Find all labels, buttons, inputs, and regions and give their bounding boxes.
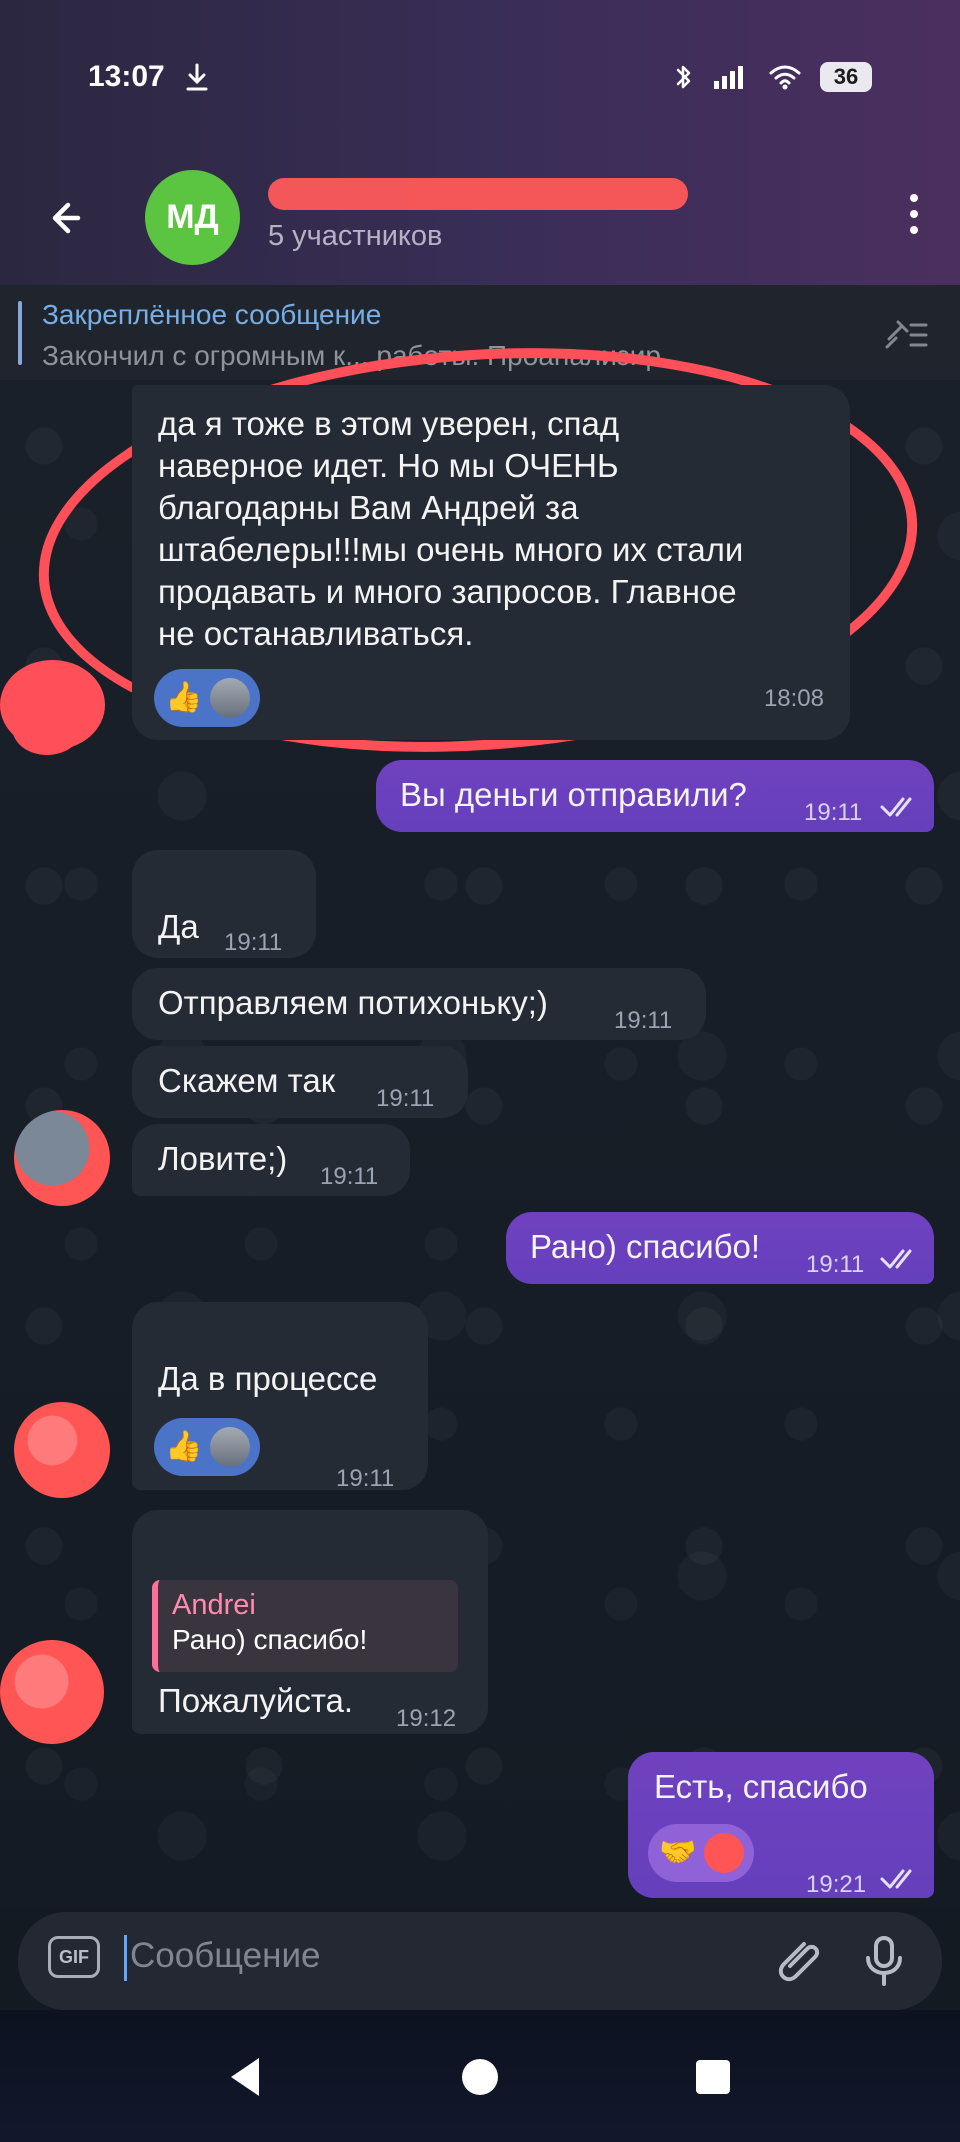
chat-header: МД 5 участников (0, 170, 960, 280)
message-input[interactable]: Сообщение (130, 1936, 320, 1976)
status-time: 13:07 (88, 60, 165, 93)
message-text-line: продавать и много запросов. Главное (158, 573, 737, 610)
message-time: 19:11 (614, 1007, 673, 1034)
read-ticks-icon (880, 1249, 912, 1269)
reply-sender: Andrei (172, 1589, 256, 1621)
message-bubble-outgoing[interactable]: Рано) спасибо! 19:11 (506, 1212, 934, 1284)
home-nav-icon[interactable] (445, 2042, 515, 2112)
pinned-indicator (18, 301, 22, 365)
message-bubble[interactable]: Да 19:11 (132, 850, 316, 958)
message-text: Есть, спасибо (654, 1768, 868, 1805)
bluetooth-icon (676, 65, 691, 89)
message-bubble[interactable]: Да в процессе 👍 19:11 (132, 1302, 428, 1492)
message-text: Отправляем потихоньку;) (158, 984, 548, 1021)
message-time: 19:12 (396, 1705, 457, 1732)
message-time: 19:11 (224, 929, 283, 956)
reaction-group[interactable]: 🤝 (648, 1824, 754, 1882)
message-time: 19:21 (806, 1871, 867, 1898)
message-text: Пожалуйста. (158, 1682, 354, 1719)
message-bubble-outgoing[interactable]: Вы деньги отправили? 19:11 (376, 760, 934, 832)
reaction-group[interactable]: 👍 (154, 669, 260, 727)
message-bubble-outgoing[interactable]: Есть, спасибо 🤝 19:21 (628, 1752, 934, 1898)
read-ticks-icon (880, 797, 912, 817)
message-text: Да (158, 908, 199, 945)
back-nav-icon[interactable] (210, 2042, 280, 2112)
participants-count: 5 участников (268, 220, 443, 252)
reaction-group[interactable]: 👍 (154, 1418, 260, 1476)
attach-icon[interactable] (770, 1930, 830, 1990)
message-text-line: штабелеры!!!мы очень много их стали (158, 531, 744, 568)
sender-avatar[interactable] (14, 1110, 110, 1206)
signal-icon (714, 66, 743, 89)
message-text: Ловите;) (158, 1140, 288, 1177)
download-icon (186, 63, 208, 91)
message-bubble[interactable]: да я тоже в этом уверен, спад наверное и… (132, 385, 850, 740)
message-time: 19:11 (336, 1465, 395, 1492)
more-dot-icon (910, 210, 918, 218)
more-dot-icon (910, 226, 918, 234)
message-input-bar: GIF Сообщение (18, 1912, 942, 2010)
message-text: Вы деньги отправили? (400, 776, 747, 813)
message-text: Скажем так (158, 1062, 336, 1099)
reactor-avatar (210, 1427, 250, 1467)
message-time: 19:11 (376, 1085, 435, 1112)
message-bubble[interactable]: Скажем так 19:11 (132, 1046, 468, 1118)
system-navigation-bar (0, 2010, 960, 2142)
more-options-button[interactable] (902, 194, 926, 246)
sender-avatar[interactable] (14, 1402, 110, 1498)
battery-indicator: 36 (820, 62, 872, 92)
reply-preview[interactable]: Andrei Рано) спасибо! (152, 1580, 458, 1672)
message-text-line: да я тоже в этом уверен, спад (158, 405, 620, 442)
status-bar: 13:07 36 (88, 52, 872, 102)
redaction-blob (12, 700, 82, 755)
message-text-line: благодарны Вам Андрей за (158, 489, 579, 526)
input-caret (124, 1935, 127, 1981)
message-time: 19:11 (804, 799, 863, 826)
thumbs-up-reaction: 👍 (165, 1430, 203, 1463)
more-dot-icon (910, 194, 918, 202)
thumbs-up-reaction: 👍 (165, 681, 203, 714)
microphone-icon[interactable] (854, 1930, 914, 1990)
message-text: Да в процессе (158, 1360, 378, 1397)
message-bubble[interactable]: Andrei Рано) спасибо! Пожалуйста. 19:12 (132, 1510, 488, 1734)
message-time: 19:11 (320, 1163, 379, 1190)
message-text-line: наверное идет. Но мы ОЧЕНЬ (158, 447, 619, 484)
recents-nav-icon[interactable] (678, 2042, 748, 2112)
handshake-reaction: 🤝 (659, 1836, 697, 1869)
pinned-title: Закреплённое сообщение (42, 299, 382, 330)
sender-avatar[interactable] (0, 1640, 104, 1744)
reactor-avatar (210, 678, 250, 718)
reactor-avatar (704, 1833, 744, 1873)
back-arrow-icon (52, 202, 81, 234)
gif-button[interactable]: GIF (48, 1936, 100, 1978)
message-time: 19:11 (806, 1251, 865, 1278)
message-time: 18:08 (763, 685, 824, 712)
reply-text: Рано) спасибо! (172, 1624, 368, 1655)
read-ticks-icon (880, 1869, 912, 1889)
wifi-icon (769, 65, 801, 90)
chat-avatar[interactable]: МД (145, 170, 240, 265)
message-text-line: не останавливаться. (158, 615, 474, 652)
message-text: Рано) спасибо! (530, 1228, 761, 1265)
chat-top-bar: 13:07 36 МД 5 участников (0, 0, 960, 285)
message-bubble[interactable]: Ловите;) 19:11 (132, 1124, 410, 1196)
chat-title-redacted[interactable] (268, 178, 688, 210)
message-bubble[interactable]: Отправляем потихоньку;) 19:11 (132, 968, 706, 1040)
pinned-list-icon[interactable] (880, 309, 932, 359)
back-button[interactable] (36, 190, 92, 246)
